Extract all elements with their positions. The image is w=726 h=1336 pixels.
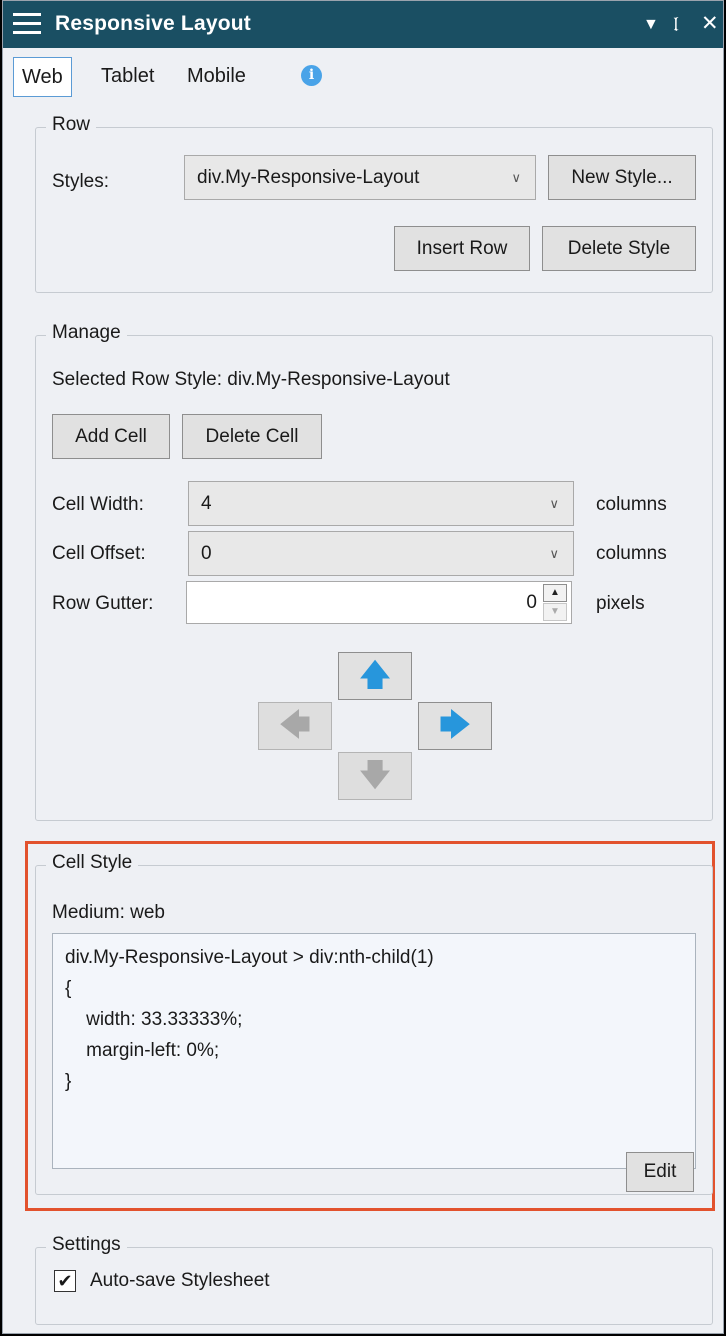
cell-offset-label: Cell Offset:: [52, 543, 146, 564]
cell-width-value: 4: [201, 493, 212, 514]
row-gutter-stepper[interactable]: 0 ▲ ▼: [186, 581, 572, 624]
code-line: width: 33.33333%;: [65, 1009, 243, 1030]
menu-icon[interactable]: [13, 13, 41, 35]
titlebar: Responsive Layout ▼ 𝔩 ✕: [3, 1, 723, 48]
pin-icon[interactable]: 𝔩: [673, 11, 678, 37]
code-line: div.My-Responsive-Layout > div:nth-child…: [65, 947, 434, 968]
insert-row-button[interactable]: Insert Row: [394, 226, 530, 271]
arrow-left-icon: 🡄: [279, 709, 311, 742]
chevron-down-icon: ∨: [549, 496, 559, 511]
move-down-button[interactable]: 🡇: [338, 752, 412, 800]
row-legend: Row: [46, 114, 97, 136]
cell-width-label: Cell Width:: [52, 494, 144, 515]
stepper-up-icon[interactable]: ▲: [543, 584, 567, 602]
autosave-label[interactable]: Auto-save Stylesheet: [90, 1270, 270, 1292]
dropdown-icon[interactable]: ▼: [643, 12, 659, 38]
chevron-down-icon: ∨: [549, 546, 559, 561]
move-left-button[interactable]: 🡄: [258, 702, 332, 750]
styles-value: div.My-Responsive-Layout: [197, 167, 420, 188]
tab-tablet[interactable]: Tablet: [93, 57, 162, 97]
cell-width-select[interactable]: 4 ∨: [188, 481, 574, 526]
manage-legend: Manage: [46, 322, 127, 344]
panel-title: Responsive Layout: [55, 12, 251, 35]
stepper-down-icon[interactable]: ▼: [543, 603, 567, 621]
cell-width-unit: columns: [596, 494, 667, 515]
move-up-button[interactable]: 🡅: [338, 652, 412, 700]
close-icon[interactable]: ✕: [701, 11, 719, 37]
code-line: margin-left: 0%;: [65, 1040, 220, 1061]
row-gutter-label: Row Gutter:: [52, 593, 154, 614]
delete-style-button[interactable]: Delete Style: [542, 226, 696, 271]
move-right-button[interactable]: 🡆: [418, 702, 492, 750]
delete-cell-button[interactable]: Delete Cell: [182, 414, 322, 459]
row-gutter-unit: pixels: [596, 593, 645, 614]
settings-legend: Settings: [46, 1234, 127, 1256]
arrow-down-icon: 🡇: [359, 759, 391, 792]
edit-button[interactable]: Edit: [626, 1152, 694, 1192]
tab-mobile[interactable]: Mobile: [179, 57, 254, 97]
row-gutter-value: 0: [526, 592, 537, 613]
code-line: }: [65, 1071, 72, 1092]
tab-web[interactable]: Web: [13, 57, 72, 97]
styles-select[interactable]: div.My-Responsive-Layout ∨: [184, 155, 536, 200]
row-group: Row Styles: div.My-Responsive-Layout ∨ N…: [35, 114, 713, 293]
responsive-layout-panel: Responsive Layout ▼ 𝔩 ✕ Web Tablet Mobil…: [2, 0, 724, 1334]
arrow-up-icon: 🡅: [359, 659, 391, 692]
info-icon[interactable]: i: [301, 65, 322, 86]
manage-group: Manage Selected Row Style: div.My-Respon…: [35, 322, 713, 821]
add-cell-button[interactable]: Add Cell: [52, 414, 170, 459]
new-style-button[interactable]: New Style...: [548, 155, 696, 200]
css-code-view: div.My-Responsive-Layout > div:nth-child…: [52, 933, 696, 1169]
medium-label: Medium: web: [52, 902, 165, 923]
cell-style-legend: Cell Style: [46, 852, 139, 874]
selected-row-style: Selected Row Style: div.My-Responsive-La…: [52, 369, 450, 390]
code-line: {: [65, 978, 72, 999]
styles-label: Styles:: [52, 171, 110, 192]
cell-offset-value: 0: [201, 543, 212, 564]
cell-offset-unit: columns: [596, 543, 667, 564]
arrow-right-icon: 🡆: [439, 709, 471, 742]
autosave-checkbox[interactable]: ✔: [54, 1270, 76, 1292]
settings-group: Settings ✔ Auto-save Stylesheet: [35, 1234, 713, 1325]
chevron-down-icon: ∨: [511, 170, 521, 185]
cell-style-group: Cell Style Medium: web div.My-Responsive…: [35, 852, 713, 1195]
cell-offset-select[interactable]: 0 ∨: [188, 531, 574, 576]
